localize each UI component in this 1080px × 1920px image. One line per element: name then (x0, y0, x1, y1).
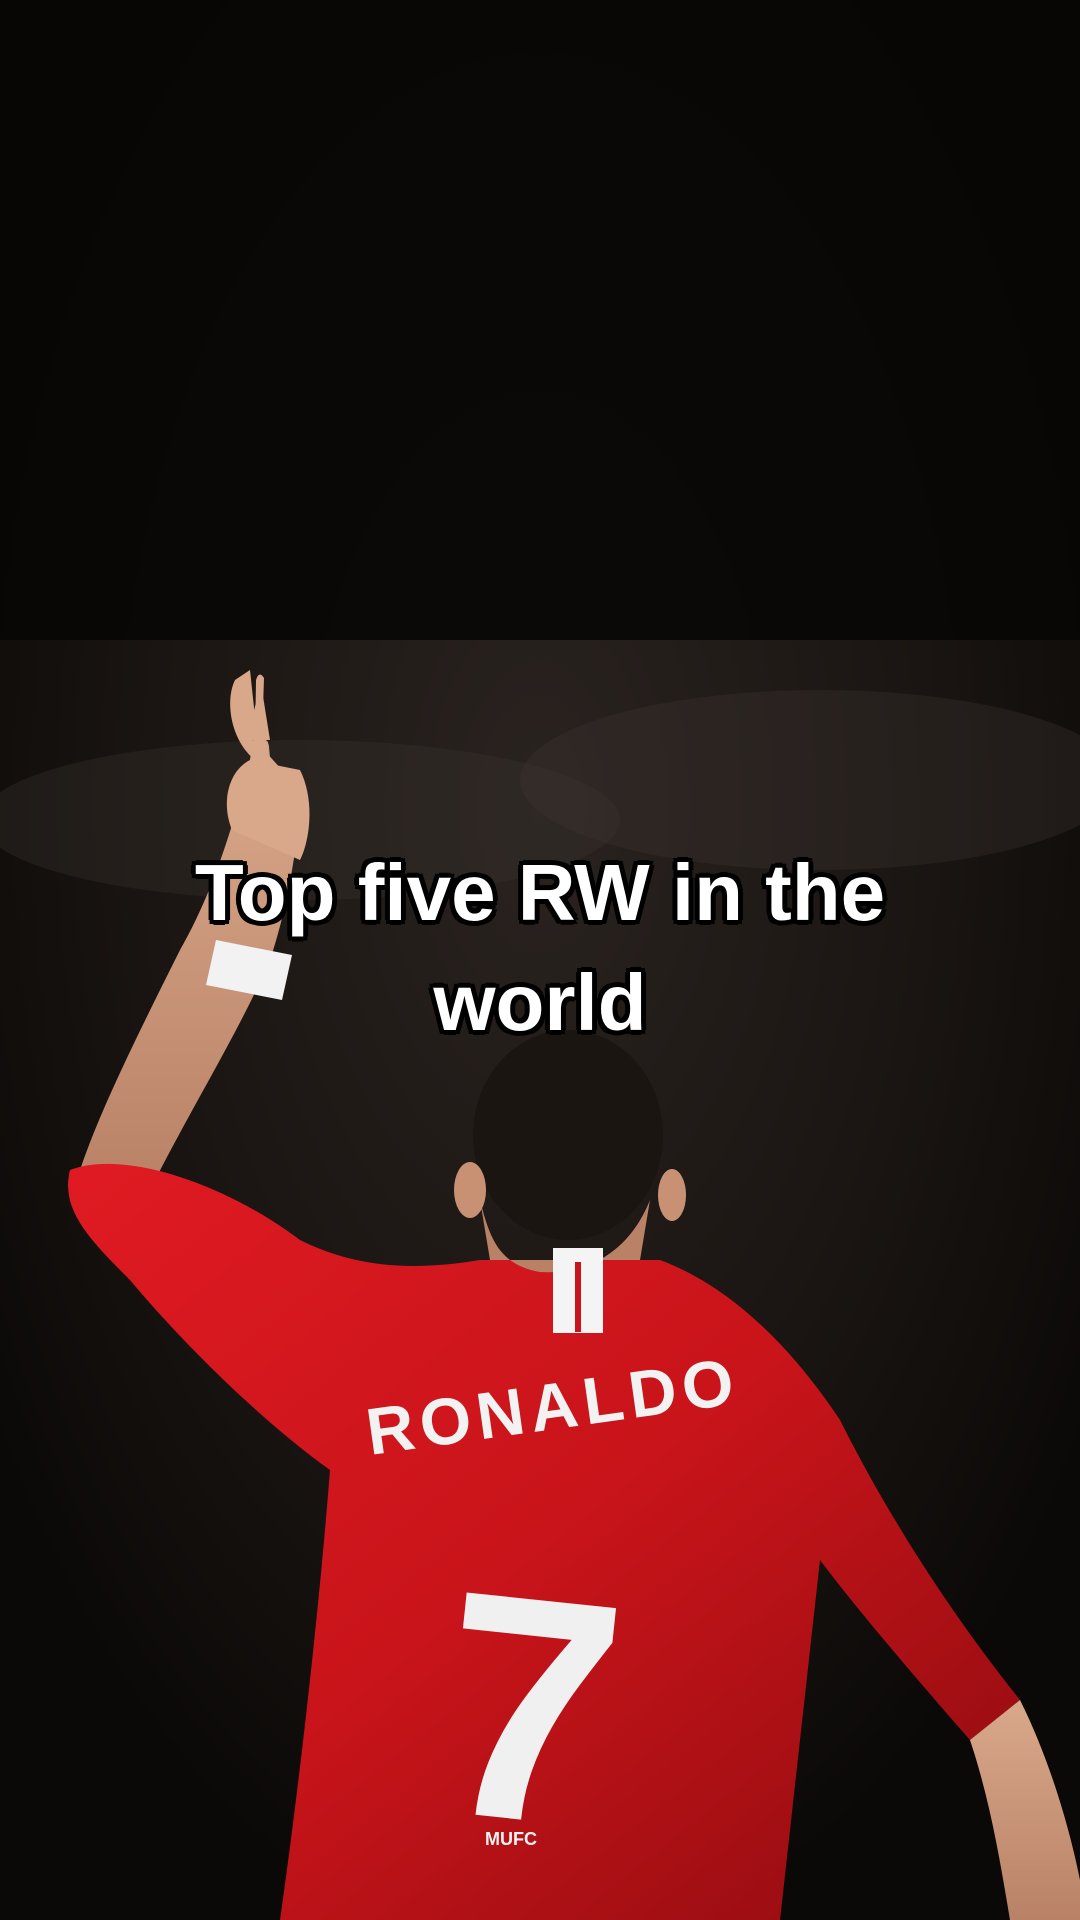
curly-hair (473, 1030, 663, 1240)
caption-line-1: Top five RW in the (194, 848, 886, 937)
video-frame: RONALDO 7 MUFC Top five RW in the world (0, 0, 1080, 1920)
dark-sky (0, 0, 1080, 640)
video-caption: Top five RW in the world (60, 838, 1020, 1058)
caption-line-2: world (433, 958, 647, 1047)
right-ear (658, 1169, 686, 1221)
mufc-tag: MUFC (485, 1829, 537, 1849)
left-ear (454, 1162, 486, 1218)
